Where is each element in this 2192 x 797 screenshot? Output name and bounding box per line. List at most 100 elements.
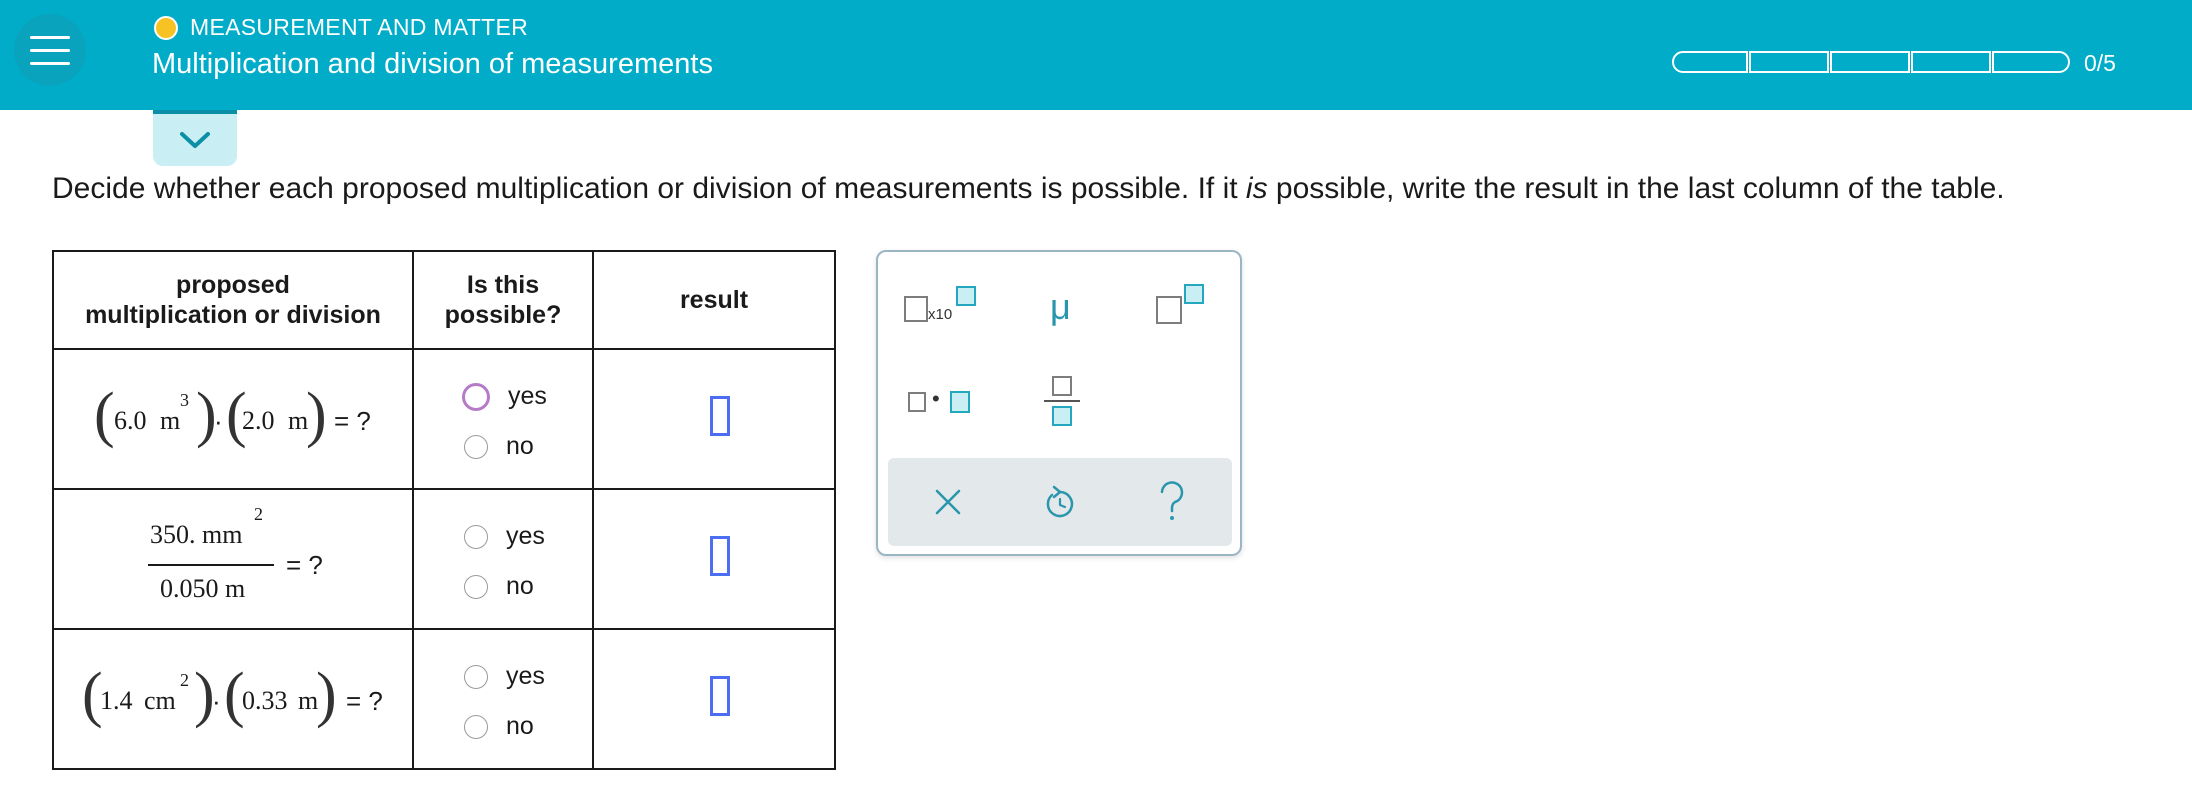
header-result: result xyxy=(592,250,836,350)
menu-icon-line xyxy=(30,48,70,52)
option-yes-label: yes xyxy=(508,382,547,410)
right-paren: ) xyxy=(316,661,337,729)
measurements-table: proposed multiplication or division Is t… xyxy=(52,250,836,770)
chevron-down-icon xyxy=(180,132,210,148)
radio-button-yes[interactable] xyxy=(464,664,488,689)
result-cell xyxy=(592,348,836,490)
help-button[interactable] xyxy=(1150,476,1194,526)
option-yes[interactable]: yes xyxy=(464,662,545,691)
topic-status-dot-icon xyxy=(154,15,178,40)
equals-question: = ? xyxy=(286,550,323,580)
option-no-label: no xyxy=(506,712,534,740)
option-no-label: no xyxy=(506,572,534,600)
progress-segment xyxy=(1672,51,1748,73)
radio-button-yes[interactable] xyxy=(464,524,488,549)
option-no[interactable]: no xyxy=(464,712,534,741)
collapse-header-button[interactable] xyxy=(153,110,237,166)
times-ten-icon: x10 xyxy=(928,306,953,323)
header-possible: Is this possible? xyxy=(412,250,594,350)
option-yes-label: yes xyxy=(506,662,545,690)
exponent-box-icon xyxy=(956,286,976,306)
micro-icon: μ xyxy=(1050,286,1071,327)
factor-box-icon xyxy=(908,392,926,412)
menu-button[interactable] xyxy=(14,14,86,86)
option-yes[interactable]: yes xyxy=(462,382,547,411)
operand-b-value: 2.0 xyxy=(242,406,275,435)
factor-box-teal-icon xyxy=(950,391,970,413)
result-answer-input[interactable] xyxy=(710,676,730,716)
instructions-emphasis: is xyxy=(1245,172,1268,205)
progress-bar xyxy=(1672,51,2071,73)
left-paren: ( xyxy=(94,381,115,449)
header-possible-line1: Is this xyxy=(466,271,540,299)
option-yes-label: yes xyxy=(506,522,545,550)
header-proposed-line2: multiplication or division xyxy=(85,301,381,329)
equals-question: = ? xyxy=(346,686,383,716)
operand-a-unit: cm xyxy=(144,686,176,715)
numerator-box-icon xyxy=(1052,376,1072,396)
denominator: 0.050 m xyxy=(160,574,246,603)
progress-segment xyxy=(1830,51,1910,73)
topic-row: MEASUREMENT AND MATTER xyxy=(154,14,528,41)
undo-icon xyxy=(1046,485,1074,518)
placeholder-box-icon xyxy=(904,296,928,322)
multiply-dot-icon: • xyxy=(932,386,940,411)
operand-b-value: 0.33 xyxy=(242,686,288,715)
undo-button[interactable] xyxy=(1038,478,1082,526)
multiply-dot: · xyxy=(214,406,223,436)
numerator: 350. mm xyxy=(150,520,243,549)
base-box-icon xyxy=(1156,296,1182,324)
possible-options-cell: yes no xyxy=(412,628,594,770)
progress-segment xyxy=(1992,51,2070,73)
superscript-icon xyxy=(1184,284,1204,304)
radio-button-no[interactable] xyxy=(464,434,488,459)
operand-a-unit: m xyxy=(160,406,181,435)
topic-label: MEASUREMENT AND MATTER xyxy=(190,14,528,40)
result-cell xyxy=(592,628,836,770)
help-icon xyxy=(1160,481,1184,520)
multiply-dot: · xyxy=(212,686,221,716)
expression-cell: ( 6.0 m 3 ) · ( 2.0 m ) = ? xyxy=(52,348,414,490)
superscript-button[interactable] xyxy=(1154,284,1214,334)
micro-button[interactable]: μ xyxy=(1036,282,1086,332)
expression-cell: 350. mm 2 0.050 m = ? xyxy=(52,488,414,630)
radio-button-no[interactable] xyxy=(464,714,488,739)
fraction-bar xyxy=(148,564,274,566)
option-no[interactable]: no xyxy=(464,432,534,461)
progress-segment xyxy=(1911,51,1991,73)
clear-button[interactable] xyxy=(926,480,970,524)
result-answer-input[interactable] xyxy=(710,396,730,436)
header-possible-line2: possible? xyxy=(444,301,562,329)
table-header-row: proposed multiplication or division Is t… xyxy=(52,250,836,350)
table-row: ( 1.4 cm 2 ) · ( 0.33 m ) = ? yes no xyxy=(52,628,836,770)
menu-icon-line xyxy=(30,35,70,39)
palette-footer xyxy=(888,458,1232,546)
fraction-button[interactable] xyxy=(1042,372,1082,432)
progress-segment xyxy=(1749,51,1829,73)
right-paren: ) xyxy=(306,381,327,449)
operand-a-exponent: 3 xyxy=(180,390,189,410)
expression-cell: ( 1.4 cm 2 ) · ( 0.33 m ) = ? xyxy=(52,628,414,770)
radio-button-yes[interactable] xyxy=(462,382,490,411)
multiply-dot-button[interactable]: • xyxy=(908,382,978,422)
fraction-icon xyxy=(1044,400,1080,402)
operand-a-value: 6.0 xyxy=(114,406,147,435)
option-yes[interactable]: yes xyxy=(464,522,545,551)
header-proposed-line1: proposed xyxy=(176,271,290,299)
operand-a-value: 1.4 xyxy=(100,686,133,715)
clear-icon xyxy=(935,489,961,515)
table-row: ( 6.0 m 3 ) · ( 2.0 m ) = ? yes no xyxy=(52,348,836,490)
lesson-title: Multiplication and division of measureme… xyxy=(152,48,713,80)
instructions-part: possible, write the result in the last c… xyxy=(1267,172,2005,205)
header-proposed: proposed multiplication or division xyxy=(52,250,414,350)
possible-options-cell: yes no xyxy=(412,488,594,630)
option-no[interactable]: no xyxy=(464,572,534,601)
times-ten-button[interactable]: x10 xyxy=(904,286,984,336)
result-answer-input[interactable] xyxy=(710,536,730,576)
equals-question: = ? xyxy=(334,406,371,436)
operand-a-exponent: 2 xyxy=(180,670,189,690)
instructions-part: Decide whether each proposed multiplicat… xyxy=(52,172,1246,205)
numerator-exponent: 2 xyxy=(254,504,263,524)
radio-button-no[interactable] xyxy=(464,574,488,599)
instructions-text: Decide whether each proposed multiplicat… xyxy=(52,172,2005,206)
